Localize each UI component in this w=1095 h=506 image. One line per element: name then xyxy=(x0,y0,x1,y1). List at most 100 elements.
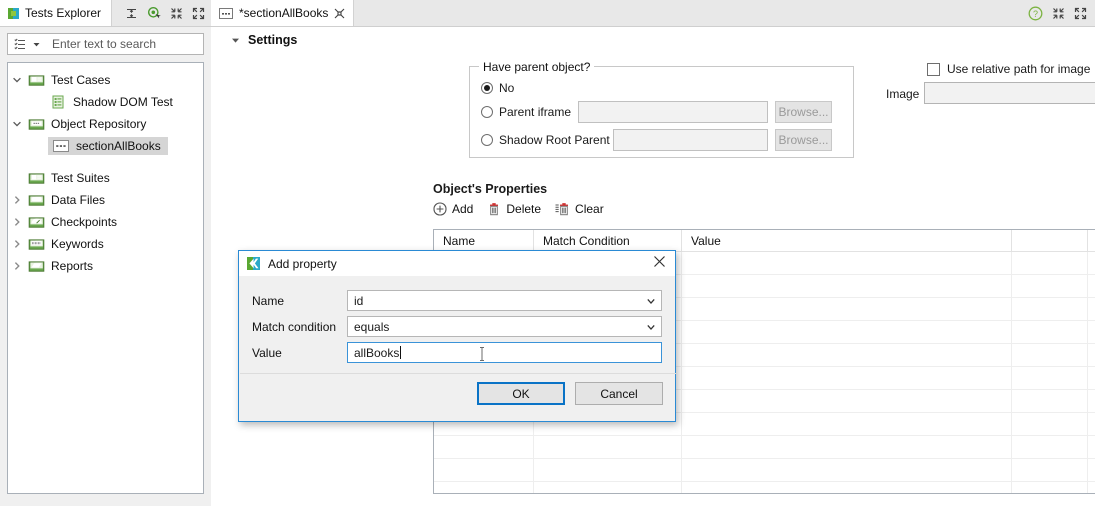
use-relative-path-row[interactable]: Use relative path for image xyxy=(927,62,1090,76)
add-property-button[interactable]: Add xyxy=(433,202,473,216)
table-cell[interactable] xyxy=(682,436,1012,458)
table-row[interactable] xyxy=(434,482,1095,493)
tree-item-keywords[interactable]: Keywords xyxy=(8,233,203,255)
table-cell[interactable] xyxy=(1012,390,1088,412)
value-input[interactable]: allBooks xyxy=(347,342,662,363)
search-input[interactable] xyxy=(47,37,209,51)
radio-no[interactable]: No xyxy=(481,81,514,95)
collapse-all-icon[interactable] xyxy=(125,7,138,20)
maximize-icon[interactable] xyxy=(192,7,205,20)
column-header-value[interactable]: Value xyxy=(682,230,1012,251)
chevron-down-icon[interactable] xyxy=(641,317,661,336)
tree-item-test-cases[interactable]: Test Cases xyxy=(8,69,203,91)
table-cell[interactable] xyxy=(1012,459,1088,481)
table-cell[interactable] xyxy=(1088,275,1095,297)
clear-properties-button[interactable]: Clear xyxy=(555,202,604,216)
table-cell[interactable] xyxy=(1012,436,1088,458)
tests-explorer-tree[interactable]: Test Cases Shadow DOM Test Object Reposito… xyxy=(7,62,204,494)
table-cell[interactable] xyxy=(682,482,1012,493)
radio-parent-iframe-button[interactable] xyxy=(481,106,493,118)
cancel-button[interactable]: Cancel xyxy=(575,382,663,405)
name-combobox[interactable]: id xyxy=(347,290,662,311)
radio-shadow-root-parent[interactable]: Shadow Root Parent xyxy=(481,133,610,147)
maximize-icon[interactable] xyxy=(1074,7,1087,20)
clear-all-icon xyxy=(555,202,570,216)
tree-item-checkpoints[interactable]: Checkpoints xyxy=(8,211,203,233)
radio-shadow-root-button[interactable] xyxy=(481,134,493,146)
table-cell[interactable] xyxy=(682,459,1012,481)
link-with-editor-icon[interactable] xyxy=(147,6,161,20)
table-cell[interactable] xyxy=(1088,390,1095,412)
image-path-input[interactable] xyxy=(924,82,1095,104)
settings-section-header[interactable]: Settings xyxy=(231,33,297,47)
tree-item-data-files[interactable]: Data Files xyxy=(8,189,203,211)
close-tab-icon[interactable] xyxy=(334,8,345,19)
table-cell[interactable] xyxy=(534,482,682,493)
table-cell[interactable] xyxy=(1088,252,1095,274)
table-cell[interactable] xyxy=(1012,321,1088,343)
table-cell[interactable] xyxy=(682,252,1012,274)
delete-property-button[interactable]: Delete xyxy=(487,202,541,216)
table-cell[interactable] xyxy=(534,459,682,481)
table-cell[interactable] xyxy=(1088,459,1095,481)
table-cell[interactable] xyxy=(1012,275,1088,297)
table-cell[interactable] xyxy=(1012,344,1088,366)
filter-list-icon[interactable] xyxy=(14,38,27,51)
table-cell[interactable] xyxy=(682,298,1012,320)
table-cell[interactable] xyxy=(1088,367,1095,389)
table-cell[interactable] xyxy=(682,367,1012,389)
chevron-down-icon[interactable] xyxy=(8,119,26,129)
tree-item-object-repository[interactable]: Object Repository xyxy=(8,113,203,135)
table-cell[interactable] xyxy=(434,459,534,481)
use-relative-path-checkbox[interactable] xyxy=(927,62,940,76)
table-cell[interactable] xyxy=(1088,413,1095,435)
chevron-right-icon[interactable] xyxy=(8,217,26,227)
tab-sectionallbooks[interactable]: *sectionAllBooks xyxy=(211,0,355,26)
column-header-blank-3[interactable] xyxy=(1012,230,1088,251)
chevron-right-icon[interactable] xyxy=(8,239,26,249)
table-cell[interactable] xyxy=(1012,367,1088,389)
tree-item-shadow-dom-test[interactable]: Shadow DOM Test xyxy=(8,91,203,113)
tab-tests-explorer[interactable]: Tests Explorer xyxy=(0,0,113,26)
chevron-down-icon[interactable] xyxy=(32,40,41,49)
table-cell[interactable] xyxy=(682,390,1012,412)
match-condition-combobox[interactable]: equals xyxy=(347,316,662,337)
tree-item-reports[interactable]: Reports xyxy=(8,255,203,277)
table-cell[interactable] xyxy=(1088,482,1095,493)
column-header-match-condition[interactable]: Match Condition xyxy=(534,230,682,251)
table-row[interactable] xyxy=(434,459,1095,482)
table-cell[interactable] xyxy=(1088,298,1095,320)
table-cell[interactable] xyxy=(1088,344,1095,366)
table-cell[interactable] xyxy=(534,436,682,458)
tree-item-test-suites[interactable]: Test Suites xyxy=(8,167,203,189)
tree-item-sectionallbooks[interactable]: sectionAllBooks xyxy=(8,135,203,157)
table-cell[interactable] xyxy=(1012,413,1088,435)
minimize-icon[interactable] xyxy=(170,7,183,20)
chevron-down-icon[interactable] xyxy=(8,75,26,85)
close-icon[interactable] xyxy=(650,255,669,273)
chevron-right-icon[interactable] xyxy=(8,195,26,205)
chevron-down-icon[interactable] xyxy=(641,291,661,310)
table-cell[interactable] xyxy=(682,413,1012,435)
table-cell[interactable] xyxy=(434,482,534,493)
chevron-right-icon[interactable] xyxy=(8,261,26,271)
column-header-name[interactable]: Name xyxy=(434,230,534,251)
table-cell[interactable] xyxy=(1012,252,1088,274)
table-row[interactable] xyxy=(434,436,1095,459)
help-icon[interactable]: ? xyxy=(1028,6,1043,21)
search-filter-group[interactable] xyxy=(8,38,47,51)
table-cell[interactable] xyxy=(1012,482,1088,493)
table-cell[interactable] xyxy=(682,275,1012,297)
triangle-down-icon[interactable] xyxy=(231,36,240,45)
table-cell[interactable] xyxy=(682,321,1012,343)
column-header-detect-object-by-[interactable]: Detect object by? xyxy=(1088,230,1095,251)
radio-no-button[interactable] xyxy=(481,82,493,94)
table-cell[interactable] xyxy=(1088,436,1095,458)
table-cell[interactable] xyxy=(682,344,1012,366)
minimize-icon[interactable] xyxy=(1052,7,1065,20)
table-cell[interactable] xyxy=(1088,321,1095,343)
table-cell[interactable] xyxy=(1012,298,1088,320)
table-cell[interactable] xyxy=(434,436,534,458)
ok-button[interactable]: OK xyxy=(477,382,565,405)
radio-parent-iframe[interactable]: Parent iframe xyxy=(481,105,571,119)
